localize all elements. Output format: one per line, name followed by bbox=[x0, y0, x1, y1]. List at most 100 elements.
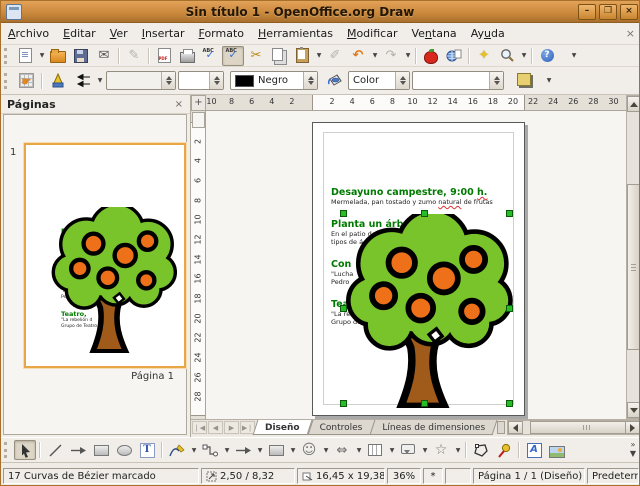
previous-page-button[interactable]: ◀ bbox=[208, 421, 223, 434]
spin-buttons-icon[interactable] bbox=[395, 72, 409, 89]
splitter-handle[interactable] bbox=[497, 421, 505, 434]
toolbar-grip[interactable] bbox=[4, 48, 10, 64]
block-arrows-button[interactable]: ⇔ bbox=[331, 440, 353, 460]
callouts-dropdown[interactable]: ▼ bbox=[420, 441, 429, 459]
insert-picture-button[interactable] bbox=[546, 440, 568, 460]
cursor-position-status[interactable]: 2,50 / 8,32 bbox=[201, 468, 295, 484]
tab-lineas-de-dimensiones[interactable]: Líneas de dimensiones bbox=[372, 420, 495, 435]
pages-panel-close-icon[interactable]: × bbox=[175, 99, 190, 110]
edit-file-button[interactable]: ✎ bbox=[123, 46, 145, 66]
curve-dropdown[interactable]: ▼ bbox=[189, 441, 198, 459]
horizontal-scroll-thumb[interactable] bbox=[530, 421, 640, 434]
fill-color-combo[interactable] bbox=[412, 71, 504, 90]
help-button[interactable]: ? bbox=[536, 46, 558, 66]
line-tool-button[interactable] bbox=[44, 440, 66, 460]
scroll-up-button[interactable] bbox=[627, 96, 640, 112]
stars-button[interactable]: ☆ bbox=[430, 440, 452, 460]
tree-drawing[interactable] bbox=[345, 214, 513, 408]
hyperlink-button[interactable] bbox=[443, 46, 465, 66]
menu-archivo[interactable]: Archivo bbox=[1, 24, 56, 43]
area-dialog-button[interactable] bbox=[324, 71, 346, 91]
page-thumbnail[interactable]: Desayuno campestre, 9:00 h.Mermelada, pa… bbox=[24, 143, 186, 368]
menu-editar[interactable]: Editar bbox=[56, 24, 103, 43]
selection-handle-n[interactable] bbox=[421, 210, 428, 217]
selection-handle-s[interactable] bbox=[421, 400, 428, 407]
scroll-right-button[interactable] bbox=[625, 421, 640, 434]
toolbar-overflow[interactable]: »▼ bbox=[627, 440, 639, 458]
copy-button[interactable] bbox=[268, 46, 290, 66]
edit-points-button[interactable]: ☛ bbox=[15, 71, 37, 91]
horizontal-scrollbar[interactable] bbox=[507, 420, 640, 435]
zoom-button[interactable] bbox=[496, 46, 518, 66]
object-size-status[interactable]: 16,45 x 19,38 bbox=[297, 468, 385, 484]
menu-formato[interactable]: Formato bbox=[192, 24, 252, 43]
first-page-button[interactable]: ❘◀ bbox=[192, 421, 207, 434]
fill-style-combo[interactable]: Color bbox=[348, 71, 410, 90]
redo-button[interactable]: ↷ bbox=[380, 46, 402, 66]
symbol-shapes-dropdown[interactable]: ▼ bbox=[321, 441, 330, 459]
fontwork-gallery-button[interactable]: A bbox=[523, 440, 545, 460]
vertical-ruler[interactable]: 246810121416182022242628 bbox=[191, 111, 206, 419]
vertical-scrollbar[interactable] bbox=[626, 95, 640, 419]
format-paintbrush-button[interactable]: ✐ bbox=[324, 46, 346, 66]
tab-controles[interactable]: Controles bbox=[310, 420, 373, 435]
spellcheck-button[interactable]: ABC bbox=[199, 46, 221, 66]
lines-arrows-button[interactable] bbox=[232, 440, 254, 460]
basic-shapes-button[interactable] bbox=[265, 440, 287, 460]
line-width-field[interactable] bbox=[178, 71, 224, 90]
selection-handle-ne[interactable] bbox=[506, 210, 513, 217]
save-button[interactable] bbox=[70, 46, 92, 66]
title-bar[interactable]: Sin título 1 - OpenOffice.org Draw – ❒ × bbox=[1, 1, 640, 23]
menu-ver[interactable]: Ver bbox=[103, 24, 135, 43]
new-document-dropdown[interactable]: ▼ bbox=[37, 47, 46, 65]
toolbar-overflow[interactable]: ▼ bbox=[544, 72, 553, 90]
redo-dropdown[interactable]: ▼ bbox=[403, 47, 412, 65]
menu-modificar[interactable]: Modificar bbox=[340, 24, 405, 43]
lines-arrows-dropdown[interactable]: ▼ bbox=[255, 441, 264, 459]
select-tool-button[interactable] bbox=[14, 440, 36, 460]
connector-dropdown[interactable]: ▼ bbox=[222, 441, 231, 459]
spin-buttons-icon[interactable] bbox=[489, 72, 503, 89]
flowchart-dropdown[interactable]: ▼ bbox=[387, 441, 396, 459]
toolbar-grip[interactable] bbox=[4, 442, 10, 458]
selection-handle-e[interactable] bbox=[506, 305, 513, 312]
vertical-scroll-thumb[interactable] bbox=[627, 184, 640, 350]
maximize-button[interactable]: ❒ bbox=[599, 4, 617, 20]
arrow-style-button[interactable] bbox=[71, 71, 93, 91]
spin-buttons-icon[interactable] bbox=[303, 72, 317, 89]
menu-insertar[interactable]: Insertar bbox=[135, 24, 192, 43]
minimize-button[interactable]: – bbox=[578, 4, 596, 20]
selection-handle-w[interactable] bbox=[340, 305, 347, 312]
export-pdf-button[interactable] bbox=[153, 46, 175, 66]
cut-button[interactable]: ✂ bbox=[245, 46, 267, 66]
zoom-status[interactable]: 36% bbox=[387, 468, 421, 484]
page-status[interactable]: Página 1 / 1 (Diseño) bbox=[473, 468, 585, 484]
arrow-tool-button[interactable] bbox=[67, 440, 89, 460]
navigator-button[interactable]: ✦ bbox=[473, 46, 495, 66]
basic-shapes-dropdown[interactable]: ▼ bbox=[288, 441, 297, 459]
curve-tool-button[interactable] bbox=[166, 440, 188, 460]
text-tool-button[interactable]: T bbox=[136, 440, 158, 460]
scroll-down-button[interactable] bbox=[627, 402, 640, 418]
spin-buttons-icon[interactable] bbox=[209, 72, 223, 89]
line-style-combo[interactable] bbox=[106, 71, 176, 90]
paste-button[interactable] bbox=[291, 46, 313, 66]
print-button[interactable] bbox=[176, 46, 198, 66]
connector-tool-button[interactable] bbox=[199, 440, 221, 460]
horizontal-ruler[interactable]: 10864224681012141618202224262830 bbox=[206, 95, 626, 111]
spin-buttons-icon[interactable] bbox=[161, 72, 175, 89]
zoom-dropdown[interactable]: ▼ bbox=[519, 47, 528, 65]
close-document-icon[interactable]: × bbox=[626, 27, 635, 40]
page-style-status[interactable]: Predeterminado bbox=[587, 468, 639, 484]
edit-points-tool-button[interactable] bbox=[470, 440, 492, 460]
callouts-button[interactable] bbox=[397, 440, 419, 460]
paste-dropdown[interactable]: ▼ bbox=[314, 47, 323, 65]
undo-button[interactable]: ↶ bbox=[347, 46, 369, 66]
new-document-button[interactable] bbox=[14, 46, 36, 66]
scroll-left-button[interactable] bbox=[508, 421, 523, 434]
selection-handle-se[interactable] bbox=[506, 400, 513, 407]
open-button[interactable] bbox=[47, 46, 69, 66]
shadow-button[interactable] bbox=[514, 71, 536, 91]
close-button[interactable]: × bbox=[620, 4, 638, 20]
email-button[interactable]: ✉ bbox=[93, 46, 115, 66]
